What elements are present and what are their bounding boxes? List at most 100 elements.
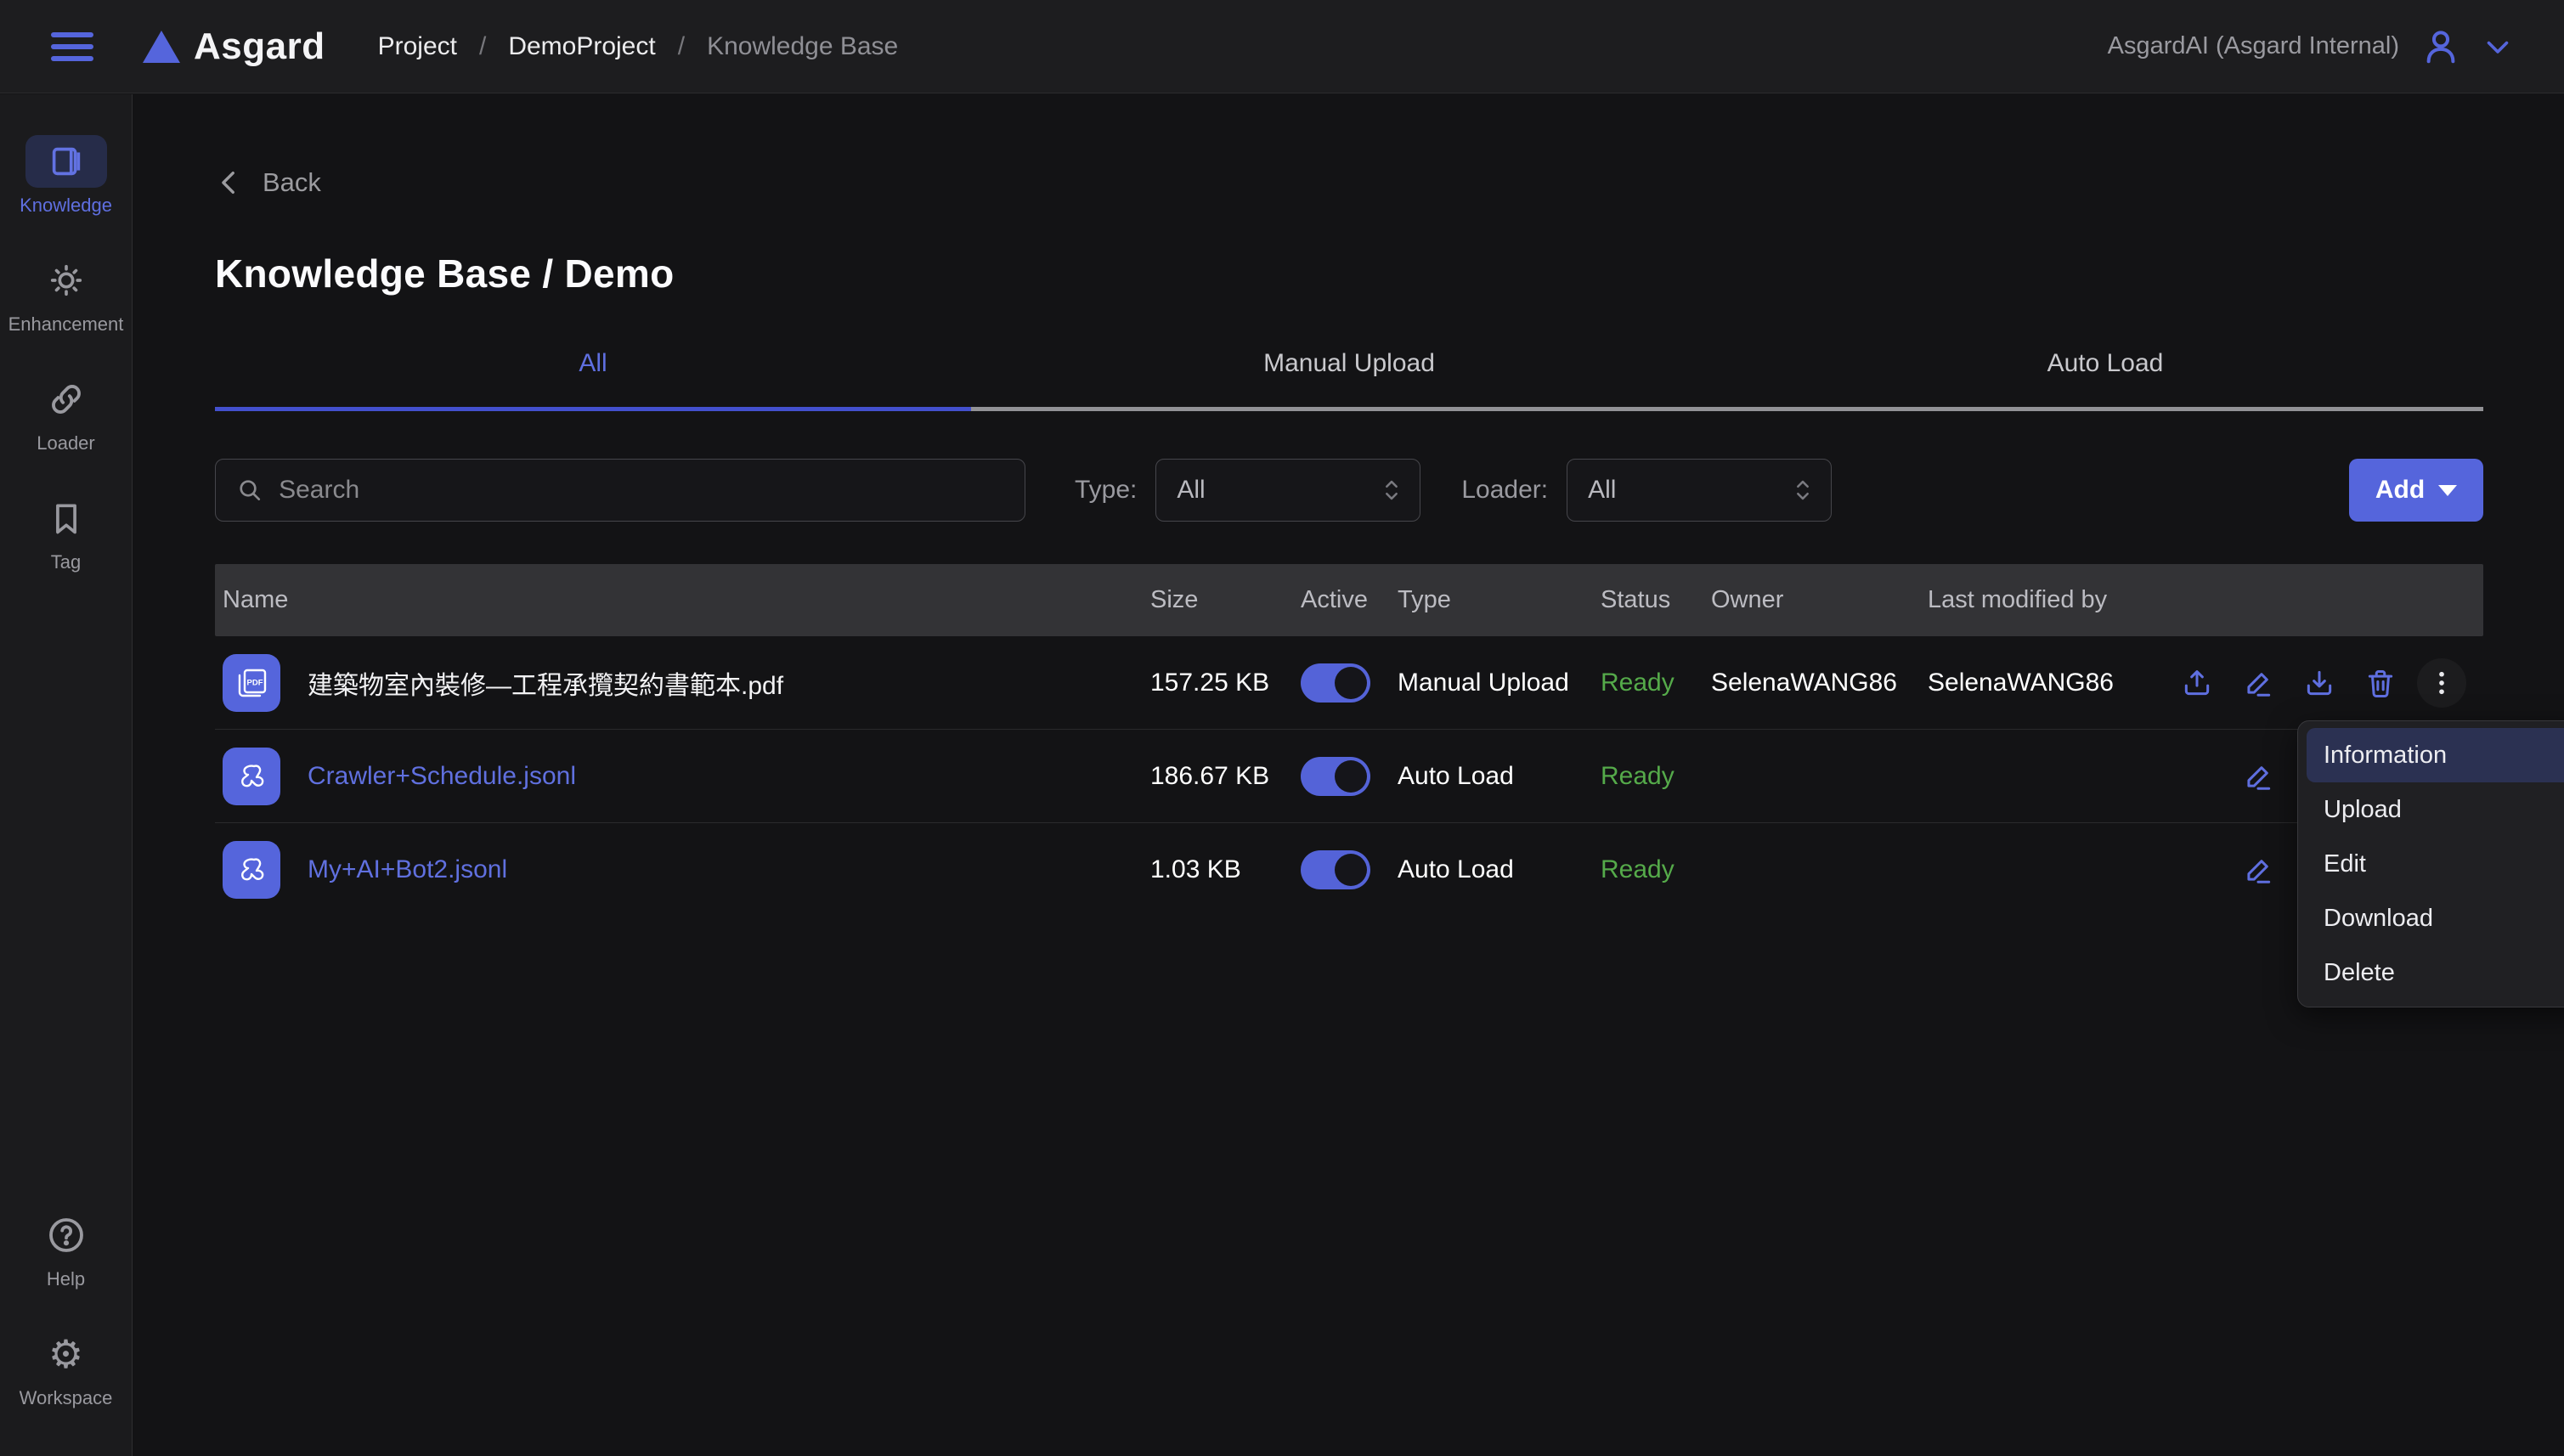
type-filter-label: Type:: [1075, 476, 1137, 505]
page-title: Knowledge Base / Demo: [215, 251, 2483, 296]
sidebar-item-workspace[interactable]: ⚙ Workspace: [0, 1328, 132, 1409]
status-badge: Ready: [1601, 669, 1711, 697]
file-size: 186.67 KB: [1150, 762, 1301, 791]
sidebar-item-loader[interactable]: Loader: [0, 373, 132, 454]
caret-down-icon: [2438, 485, 2457, 496]
active-toggle[interactable]: [1301, 663, 1370, 703]
table-row: Crawler+Schedule.jsonl 186.67 KB Auto Lo…: [215, 730, 2483, 823]
chevron-down-icon: [2482, 31, 2513, 62]
book-icon: [47, 142, 86, 181]
column-header-status: Status: [1601, 586, 1711, 614]
logo-triangle-icon: [143, 31, 180, 63]
tab-manual-upload[interactable]: Manual Upload: [971, 349, 1727, 407]
file-name-link[interactable]: My+AI+Bot2.jsonl: [308, 855, 507, 884]
tab-underline: [215, 407, 2483, 411]
last-modified-by: SelenaWANG86: [1928, 669, 2166, 697]
loader-select[interactable]: All: [1567, 459, 1832, 522]
menu-item-edit[interactable]: Edit: [2307, 837, 2564, 891]
menu-item-delete[interactable]: Delete: [2307, 945, 2564, 1000]
column-header-active: Active: [1301, 586, 1398, 614]
sidebar-item-help[interactable]: Help: [0, 1209, 132, 1290]
sidebar-item-tag[interactable]: Tag: [0, 492, 132, 573]
sun-icon: [47, 261, 86, 300]
active-toggle[interactable]: [1301, 850, 1370, 889]
table-row: PDF 建築物室內裝修—工程承攬契約書範本.pdf 157.25 KB Manu…: [215, 636, 2483, 730]
menu-item-information[interactable]: Information: [2307, 728, 2564, 782]
file-type: Auto Load: [1398, 762, 1601, 791]
table-header: Name Size Active Type Status Owner Last …: [215, 564, 2483, 636]
edit-icon[interactable]: [2228, 839, 2289, 900]
app-logo[interactable]: Asgard: [143, 25, 325, 68]
account-label: AsgardAI (Asgard Internal): [2108, 32, 2399, 60]
file-type: Manual Upload: [1398, 669, 1601, 697]
more-icon[interactable]: [2411, 652, 2472, 714]
edit-icon[interactable]: [2228, 746, 2289, 807]
menu-icon[interactable]: [51, 32, 93, 61]
menu-item-upload[interactable]: Upload: [2307, 782, 2564, 837]
sidebar-item-label: Enhancement: [8, 313, 124, 336]
jsonl-file-icon: [223, 841, 280, 899]
account-menu[interactable]: AsgardAI (Asgard Internal): [2108, 27, 2513, 66]
breadcrumb-demoproject[interactable]: DemoProject: [508, 32, 655, 61]
download-icon[interactable]: [2289, 652, 2350, 714]
bookmark-icon: [48, 499, 85, 537]
loader-select-value: All: [1588, 476, 1616, 505]
tab-auto-load[interactable]: Auto Load: [1727, 349, 2483, 407]
back-button[interactable]: Back: [215, 167, 368, 198]
help-icon: [46, 1215, 87, 1256]
breadcrumb-project[interactable]: Project: [378, 32, 457, 61]
type-select[interactable]: All: [1155, 459, 1420, 522]
column-header-owner: Owner: [1711, 586, 1928, 614]
sidebar-item-knowledge[interactable]: Knowledge: [0, 135, 132, 217]
tab-all[interactable]: All: [215, 349, 971, 407]
upload-icon[interactable]: [2166, 652, 2228, 714]
sidebar-item-label: Tag: [51, 551, 81, 573]
sidebar-item-label: Loader: [37, 432, 95, 454]
top-header: Asgard Project / DemoProject / Knowledge…: [0, 0, 2564, 93]
file-name: 建築物室內裝修—工程承攬契約書範本.pdf: [308, 664, 783, 702]
chevron-left-icon: [215, 168, 244, 197]
column-header-size: Size: [1150, 586, 1301, 614]
updown-icon: [1381, 476, 1403, 505]
column-header-type: Type: [1398, 586, 1601, 614]
user-icon: [2421, 27, 2460, 66]
loader-filter-label: Loader:: [1461, 476, 1548, 505]
breadcrumb-separator: /: [678, 32, 685, 61]
status-badge: Ready: [1601, 762, 1711, 791]
search-icon: [236, 476, 263, 505]
row-actions: [2166, 652, 2483, 714]
add-button[interactable]: Add: [2349, 459, 2483, 522]
file-size: 1.03 KB: [1150, 855, 1301, 884]
status-badge: Ready: [1601, 855, 1711, 884]
link-icon: [47, 380, 86, 419]
row-context-menu: Information Upload Edit Download Delete: [2297, 720, 2564, 1007]
jsonl-file-icon: [223, 748, 280, 805]
tab-bar: All Manual Upload Auto Load: [215, 349, 2483, 407]
table-row: My+AI+Bot2.jsonl 1.03 KB Auto Load Ready: [215, 823, 2483, 917]
file-name-link[interactable]: Crawler+Schedule.jsonl: [308, 762, 576, 791]
add-button-label: Add: [2375, 476, 2425, 505]
column-header-last-modified: Last modified by: [1928, 586, 2166, 614]
sidebar-item-enhancement[interactable]: Enhancement: [0, 254, 132, 336]
owner: SelenaWANG86: [1711, 669, 1928, 697]
logo-text: Asgard: [194, 25, 325, 68]
updown-icon: [1792, 476, 1814, 505]
sidebar-item-label: Workspace: [20, 1387, 113, 1409]
filter-row: Type: All Loader: All Add: [215, 459, 2483, 522]
sidebar: Knowledge Enhancement Loader Tag: [0, 94, 133, 1456]
main-content: Back Knowledge Base / Demo All Manual Up…: [133, 94, 2564, 1456]
edit-icon[interactable]: [2228, 652, 2289, 714]
sidebar-item-label: Help: [47, 1268, 85, 1290]
pdf-file-icon: PDF: [223, 654, 280, 712]
file-size: 157.25 KB: [1150, 669, 1301, 697]
breadcrumb: Project / DemoProject / Knowledge Base: [378, 32, 899, 61]
active-toggle[interactable]: [1301, 757, 1370, 796]
menu-item-download[interactable]: Download: [2307, 891, 2564, 945]
delete-icon[interactable]: [2350, 652, 2411, 714]
column-header-name: Name: [223, 586, 1150, 614]
search-input[interactable]: [279, 476, 1004, 505]
file-type: Auto Load: [1398, 855, 1601, 884]
knowledge-table: Name Size Active Type Status Owner Last …: [215, 564, 2483, 917]
search-box: [215, 459, 1025, 522]
breadcrumb-separator: /: [479, 32, 486, 61]
